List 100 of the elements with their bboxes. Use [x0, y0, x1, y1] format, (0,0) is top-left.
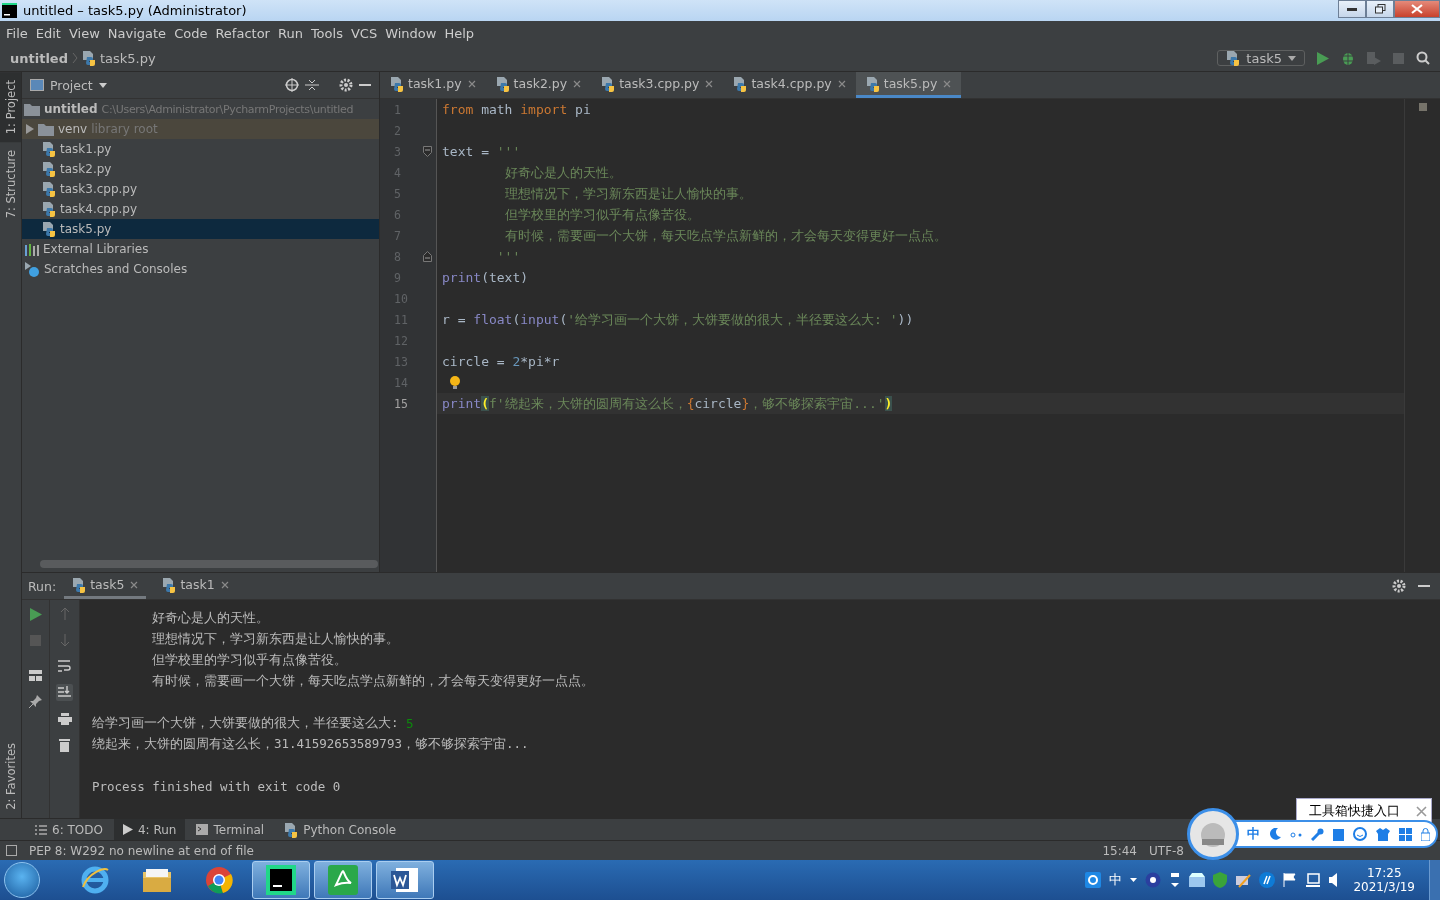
layout-button[interactable]	[27, 668, 44, 683]
hp-icon[interactable]	[1259, 872, 1276, 888]
taskbar-app[interactable]	[376, 861, 434, 899]
ime-mode[interactable]: 中	[1247, 825, 1260, 843]
search-icon[interactable]	[1416, 51, 1430, 65]
print-button[interactable]	[55, 711, 74, 727]
menu-item[interactable]: View	[64, 25, 104, 41]
tool-window-tab[interactable]: 6: TODO	[26, 818, 112, 841]
network-drive-icon[interactable]	[1305, 872, 1322, 888]
help-icon[interactable]	[1145, 872, 1162, 888]
lock-icon[interactable]	[1421, 827, 1430, 841]
tree-item[interactable]: task5.py	[22, 219, 379, 239]
avatar[interactable]	[1187, 808, 1239, 860]
flag-icon[interactable]	[1283, 873, 1298, 887]
menu-item[interactable]: Code	[170, 25, 212, 41]
libraries-icon	[24, 242, 39, 256]
breadcrumb-item[interactable]: task5.py	[100, 50, 156, 66]
menu-item[interactable]: VCS	[346, 25, 382, 41]
smiley-icon[interactable]	[1353, 827, 1367, 841]
close-icon[interactable]	[1416, 805, 1427, 817]
side-tab[interactable]: 2: Favorites	[0, 735, 21, 818]
maximize-button[interactable]	[1366, 0, 1394, 18]
tree-item[interactable]: task4.cpp.py	[22, 199, 379, 219]
menu-item[interactable]: Run	[273, 25, 307, 41]
breadcrumb-item[interactable]: untitled	[10, 50, 68, 66]
close-tab-icon[interactable]	[573, 79, 582, 88]
scroll-to-end-button[interactable]	[56, 684, 73, 701]
expand-arrow-icon[interactable]	[26, 124, 34, 134]
run-icon[interactable]	[1317, 51, 1329, 65]
cursor-position[interactable]: 15:44	[1102, 843, 1137, 858]
menu-item[interactable]: File	[2, 25, 32, 41]
menu-item[interactable]: Edit	[31, 25, 65, 41]
tool-window-tab[interactable]: Python Console	[275, 818, 406, 841]
dropdown-arrow-icon[interactable]	[1130, 878, 1138, 882]
editor-tab[interactable]: task5.py	[855, 72, 962, 98]
lightbulb-icon[interactable]	[450, 375, 460, 390]
trash-button[interactable]	[57, 737, 72, 754]
output-line: 但学校里的学习似乎有点像苦役。	[151, 652, 348, 669]
tool-window-tab[interactable]: 4: Run	[113, 818, 186, 841]
taskbar-app[interactable]	[252, 861, 310, 899]
locate-icon[interactable]	[285, 78, 299, 92]
minimize-button[interactable]	[1338, 0, 1366, 18]
fold-marker-icon[interactable]	[423, 251, 432, 262]
file-encoding[interactable]: UTF-8	[1149, 843, 1184, 858]
run-tab[interactable]: task1	[154, 573, 237, 599]
tree-item[interactable]: venv library root	[22, 119, 379, 139]
close-tab-icon[interactable]	[130, 580, 139, 589]
moon-icon[interactable]	[1269, 828, 1281, 840]
scratches-icon	[24, 261, 40, 277]
tree-item[interactable]: task2.py	[22, 159, 379, 179]
grid-icon[interactable]	[1399, 827, 1412, 841]
scrollbar[interactable]	[40, 560, 378, 568]
menu-item[interactable]: Navigate	[103, 25, 171, 41]
editor-tab[interactable]: task2.py	[485, 72, 592, 98]
inspection-status-icon[interactable]	[1418, 103, 1427, 111]
clipboard-icon[interactable]	[1333, 827, 1344, 841]
tools-icon[interactable]	[1235, 872, 1252, 888]
run-config-dropdown[interactable]: task5	[1217, 50, 1305, 66]
input-method-indicator[interactable]: 中	[1109, 871, 1123, 889]
store-icon[interactable]	[1189, 873, 1206, 887]
collapse-all-icon[interactable]	[305, 78, 319, 92]
shirt-icon[interactable]	[1376, 827, 1390, 841]
tree-item[interactable]: untitled C:\Users\Administrator\PycharmProjects\untitled	[22, 99, 379, 119]
side-tab[interactable]: 7: Structure	[0, 142, 21, 227]
close-tab-icon[interactable]	[705, 79, 714, 88]
menu-item[interactable]: Window	[381, 25, 441, 41]
close-button[interactable]	[1394, 0, 1440, 18]
close-tab-icon[interactable]	[837, 79, 846, 88]
clock[interactable]: 17:25 2021/3/19	[1347, 866, 1421, 894]
settings-icon[interactable]	[1392, 579, 1406, 593]
rerun-button[interactable]	[27, 606, 44, 623]
status-icon[interactable]	[6, 845, 17, 856]
fold-marker-icon[interactable]	[423, 146, 432, 157]
panel-title[interactable]: Project	[50, 77, 93, 93]
dropdown-arrow-icon[interactable]	[98, 82, 107, 88]
shield-icon[interactable]	[1213, 872, 1228, 888]
menu-item[interactable]: Help	[440, 25, 479, 41]
punctuation-icon[interactable]	[1290, 829, 1302, 839]
wrench-icon[interactable]	[1311, 827, 1324, 841]
code-line: circle = 2*pi*r	[442, 354, 560, 369]
tree-item[interactable]: Scratches and Consoles	[22, 259, 379, 279]
settings-icon[interactable]	[339, 78, 353, 92]
menu-item[interactable]: Refactor	[211, 25, 274, 41]
side-tab[interactable]: 1: Project	[0, 72, 21, 143]
soft-wrap-button[interactable]	[56, 658, 73, 674]
menu-item[interactable]: Tools	[306, 25, 347, 41]
close-tab-icon[interactable]	[943, 79, 952, 88]
q-icon[interactable]	[1085, 872, 1102, 888]
editor-tab[interactable]: task3.cpp.py	[591, 72, 724, 98]
start-button[interactable]	[4, 862, 40, 898]
tree-item[interactable]: task3.cpp.py	[22, 179, 379, 199]
close-tab-icon[interactable]	[220, 580, 229, 589]
tree-item[interactable]: task1.py	[22, 139, 379, 159]
tree-item[interactable]: External Libraries	[22, 239, 379, 259]
close-tab-icon[interactable]	[467, 79, 476, 88]
tool-window-tab[interactable]: Terminal	[187, 818, 274, 841]
editor-tab[interactable]: task4.cpp.py	[723, 72, 856, 98]
editor-tab[interactable]: task1.py	[380, 72, 486, 98]
pin-button[interactable]	[27, 693, 44, 710]
speaker-icon[interactable]	[1329, 873, 1340, 887]
